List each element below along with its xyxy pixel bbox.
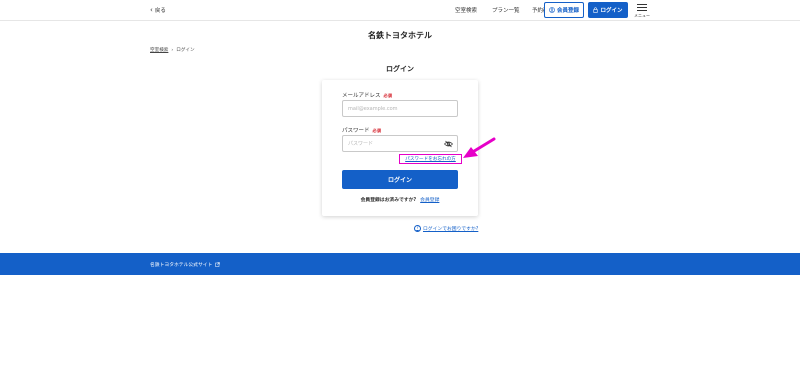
page-title: ログイン	[386, 65, 414, 73]
hotel-title: 名鉄トヨタホテル	[368, 31, 432, 40]
hamburger-icon	[637, 4, 647, 5]
password-field[interactable]: パスワード	[342, 135, 458, 152]
breadcrumb-separator-icon: ›	[171, 47, 174, 53]
question-circle-icon: ?	[414, 225, 421, 232]
register-prompt-row: 会員登録はお済みですか? 会員登録	[322, 196, 478, 203]
menu-label: メニュー	[634, 13, 650, 18]
login-help-link[interactable]: ? ログインでお困りですか?	[414, 225, 478, 232]
email-label: メールアドレス 必須	[342, 93, 392, 99]
required-badge: 必須	[383, 93, 392, 98]
external-link-icon	[215, 262, 221, 267]
official-site-link[interactable]: 名鉄トヨタホテル公式サイト	[150, 261, 221, 268]
footer: 名鉄トヨタホテル公式サイト	[0, 253, 800, 275]
header-login-button[interactable]: ログイン	[588, 2, 628, 18]
lock-icon	[593, 7, 599, 13]
chevron-left-icon: ‹	[150, 5, 153, 14]
forgot-password-link[interactable]: パスワードをお忘れの方	[399, 154, 462, 164]
breadcrumb: 空室検索 › ログイン	[150, 47, 195, 54]
login-help-label: ログインでお困りですか?	[423, 227, 479, 232]
register-link[interactable]: 会員登録	[420, 198, 439, 203]
back-label: 戻る	[154, 8, 166, 14]
user-circle-icon	[549, 7, 555, 13]
nav-vacancy-search[interactable]: 空室検索	[455, 6, 477, 14]
eye-icon[interactable]	[444, 140, 453, 148]
password-placeholder: パスワード	[348, 141, 374, 147]
menu-button[interactable]: メニュー	[634, 3, 650, 19]
official-site-label: 名鉄トヨタホテル公式サイト	[150, 263, 213, 268]
breadcrumb-home[interactable]: 空室検索	[150, 47, 168, 53]
login-submit-button[interactable]: ログイン	[342, 170, 458, 189]
top-header: ‹ 戻る 空室検索 プラン一覧 予約確認 会員登録 ログイン メニュー	[0, 0, 800, 21]
email-field[interactable]: mail@example.com	[342, 100, 458, 117]
breadcrumb-current: ログイン	[176, 48, 195, 53]
back-link[interactable]: ‹ 戻る	[150, 6, 166, 14]
password-label: パスワード 必須	[342, 128, 381, 134]
header-login-label: ログイン	[600, 8, 623, 14]
register-label: 会員登録	[556, 8, 579, 14]
pointer-arrow-icon	[463, 137, 496, 158]
login-card: メールアドレス 必須 mail@example.com パスワード 必須 パスワード…	[322, 80, 478, 216]
register-prompt: 会員登録はお済みですか?	[360, 198, 417, 203]
register-button[interactable]: 会員登録	[544, 2, 584, 18]
nav-plan-list[interactable]: プラン一覧	[492, 6, 520, 14]
email-placeholder: mail@example.com	[348, 105, 398, 112]
required-badge: 必須	[372, 128, 381, 133]
